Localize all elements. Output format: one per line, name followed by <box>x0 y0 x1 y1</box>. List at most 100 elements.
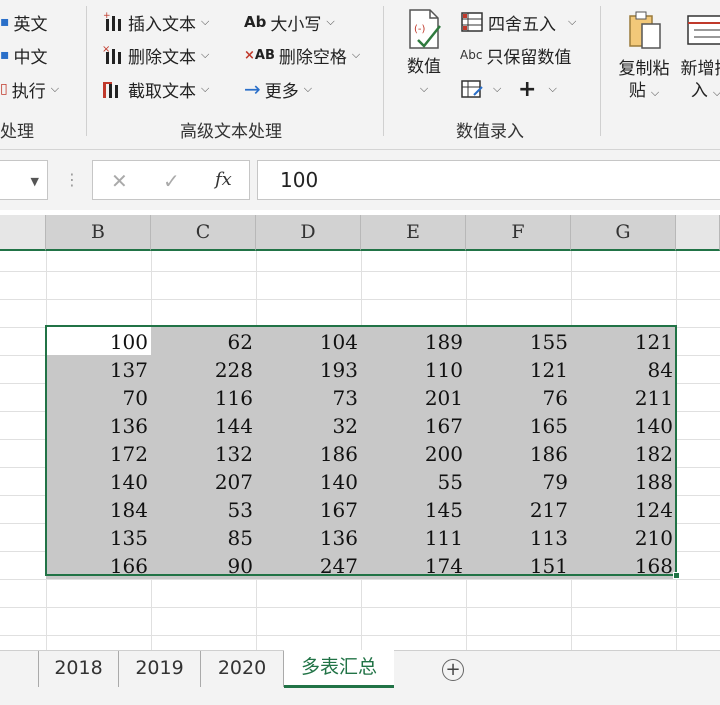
table-cell[interactable]: 166 <box>46 551 151 579</box>
table-cell[interactable]: 228 <box>151 355 256 383</box>
case-button[interactable]: Ab 大小写 ⌵ <box>244 8 335 36</box>
add-sheet-icon[interactable]: + <box>442 659 464 681</box>
formula-input[interactable]: 100 <box>257 160 720 200</box>
table-cell[interactable]: 165 <box>466 411 571 439</box>
table-cell[interactable]: 201 <box>361 383 466 411</box>
dropdown-arrow-icon[interactable]: ▼ <box>31 175 39 188</box>
table-cell[interactable]: 53 <box>151 495 256 523</box>
column-header[interactable]: E <box>361 215 466 251</box>
table-cell[interactable]: 189 <box>361 327 466 355</box>
table-cell[interactable]: 174 <box>361 551 466 579</box>
delete-text-button[interactable]: × 删除文本 ⌵ <box>100 41 209 69</box>
format-menu-button[interactable]: ⌵ <box>460 75 501 103</box>
delete-text-label: 删除文本 <box>128 47 196 68</box>
column-header[interactable]: B <box>46 215 151 251</box>
table-cell[interactable]: 193 <box>256 355 361 383</box>
table-cell[interactable]: 32 <box>256 411 361 439</box>
table-cell[interactable]: 136 <box>256 523 361 551</box>
table-cell[interactable]: 182 <box>571 439 676 467</box>
spreadsheet-grid[interactable]: B C D E F G 100 62 104 189 155 121 137 228 193 110 121 84… <box>0 210 720 650</box>
chinese-button[interactable]: ▪ 中文 <box>0 41 48 69</box>
number-button[interactable]: (-) 数值 ⌵ <box>400 8 448 100</box>
table-cell[interactable]: 151 <box>466 551 571 579</box>
sheet-tab-summary[interactable]: 多表汇总 <box>284 650 394 688</box>
column-header[interactable]: G <box>571 215 676 251</box>
new-insert-button[interactable]: 新增插 入 ⌵ <box>676 10 720 104</box>
table-cell[interactable]: 76 <box>466 383 571 411</box>
table-cell[interactable]: 121 <box>571 327 676 355</box>
table-cell[interactable]: 217 <box>466 495 571 523</box>
table-cell[interactable]: 184 <box>46 495 151 523</box>
table-cell[interactable]: 121 <box>466 355 571 383</box>
row-header-corner <box>0 215 46 251</box>
active-cell[interactable]: 100 <box>46 327 151 355</box>
sheet-tab-2020[interactable]: 2020 <box>201 651 284 687</box>
table-cell[interactable]: 137 <box>46 355 151 383</box>
table-cell[interactable]: 70 <box>46 383 151 411</box>
copy-paste-button[interactable]: 复制粘 贴 ⌵ <box>614 10 674 104</box>
group-divider <box>383 6 384 136</box>
table-cell[interactable]: 104 <box>256 327 361 355</box>
table-cell[interactable]: 144 <box>151 411 256 439</box>
extract-text-button[interactable]: 截取文本 ⌵ <box>100 75 209 103</box>
table-cell[interactable]: 111 <box>361 523 466 551</box>
table-cell[interactable]: 113 <box>466 523 571 551</box>
add-button[interactable]: + ⌵ <box>518 75 557 103</box>
table-cell[interactable]: 73 <box>256 383 361 411</box>
table-cell[interactable]: 207 <box>151 467 256 495</box>
more-dots-icon[interactable]: ⋮ <box>64 170 80 189</box>
table-cell[interactable]: 132 <box>151 439 256 467</box>
delete-text-icon: × <box>100 44 124 66</box>
column-header[interactable]: F <box>466 215 571 251</box>
table-cell[interactable]: 90 <box>151 551 256 579</box>
sheet-tab-2019[interactable]: 2019 <box>119 651 201 687</box>
english-button[interactable]: ▪ 英文 <box>0 8 48 36</box>
column-header-partial[interactable] <box>676 215 720 251</box>
table-cell[interactable]: 110 <box>361 355 466 383</box>
table-cell[interactable]: 167 <box>256 495 361 523</box>
table-cell[interactable]: 84 <box>571 355 676 383</box>
confirm-icon[interactable]: ✓ <box>163 169 180 193</box>
table-cell[interactable]: 210 <box>571 523 676 551</box>
sheet-tab-2018[interactable]: 2018 <box>38 651 119 687</box>
table-cell[interactable]: 85 <box>151 523 256 551</box>
table-cell[interactable]: 140 <box>46 467 151 495</box>
table-cell[interactable]: 247 <box>256 551 361 579</box>
table-cell[interactable]: 140 <box>571 411 676 439</box>
table-cell[interactable]: 188 <box>571 467 676 495</box>
execute-button[interactable]: ▯ 执行 ⌵ <box>0 75 59 103</box>
fx-icon[interactable]: fx <box>215 169 232 190</box>
table-cell[interactable]: 186 <box>466 439 571 467</box>
extract-text-label: 截取文本 <box>128 81 196 102</box>
keep-numbers-icon: Abc <box>460 48 483 62</box>
fill-handle[interactable] <box>673 572 680 579</box>
table-cell[interactable]: 155 <box>466 327 571 355</box>
table-cell[interactable]: 186 <box>256 439 361 467</box>
table-cell[interactable]: 140 <box>256 467 361 495</box>
column-header[interactable]: D <box>256 215 361 251</box>
table-cell[interactable]: 145 <box>361 495 466 523</box>
table-cell[interactable]: 168 <box>571 551 676 579</box>
table-cell[interactable]: 172 <box>46 439 151 467</box>
table-cell[interactable]: 167 <box>361 411 466 439</box>
table-cell[interactable]: 55 <box>361 467 466 495</box>
table-cell[interactable]: 135 <box>46 523 151 551</box>
table-cell[interactable]: 62 <box>151 327 256 355</box>
insert-text-button[interactable]: + 插入文本 ⌵ <box>100 8 209 36</box>
name-box[interactable]: ▼ <box>0 160 48 200</box>
round-button[interactable]: 四舍五入 ⌵ <box>460 8 576 36</box>
table-cell[interactable]: 211 <box>571 383 676 411</box>
table-cell[interactable]: 136 <box>46 411 151 439</box>
table-cell[interactable]: 200 <box>361 439 466 467</box>
chevron-down-icon: ⌵ <box>493 82 502 95</box>
cancel-icon[interactable]: ✕ <box>111 169 128 193</box>
delete-spaces-button[interactable]: × AB 删除空格 ⌵ <box>244 41 360 69</box>
more-button[interactable]: → 更多 ⌵ <box>244 75 312 103</box>
sheet-tab-bar: 2018 2019 2020 多表汇总 + <box>0 650 720 705</box>
table-cell[interactable]: 79 <box>466 467 571 495</box>
column-header[interactable]: C <box>151 215 256 251</box>
table-cell[interactable]: 124 <box>571 495 676 523</box>
keep-numbers-button[interactable]: Abc 只保留数值 <box>460 41 571 69</box>
table-cell[interactable]: 116 <box>151 383 256 411</box>
delete-spaces-label: 删除空格 <box>278 47 347 68</box>
